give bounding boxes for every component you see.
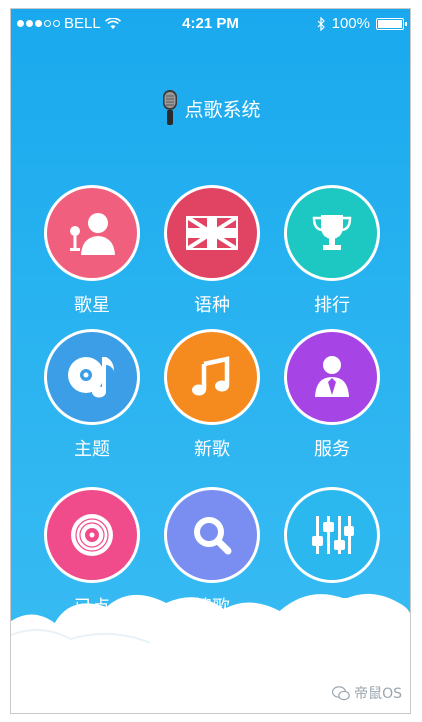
menu-label-ranking: 排行 (314, 295, 350, 316)
menu-label-theme: 主题 (74, 439, 110, 460)
music-disc-icon (68, 357, 114, 398)
menu-item-service[interactable]: 服务 (277, 329, 387, 461)
menu-label-singer: 歌星 (74, 295, 110, 316)
ranking-button[interactable] (284, 185, 380, 281)
waiter-icon (315, 356, 349, 397)
magnifier-icon (194, 517, 232, 555)
menu-item-ranking[interactable]: 排行 (277, 185, 387, 317)
menu-label-service: 服务 (314, 439, 350, 460)
uk-flag-icon (186, 216, 238, 250)
battery-percent: 100% (331, 15, 370, 32)
watermark: 帝鼠OS (332, 683, 402, 703)
app-screen: BELL 4:21 PM 100% 点歌系统 歌星 语种 排行 主题 新歌 服务… (10, 8, 411, 714)
singer-button[interactable] (44, 185, 140, 281)
language-button[interactable] (164, 185, 260, 281)
bluetooth-icon (317, 16, 325, 31)
menu-item-language[interactable]: 语种 (157, 185, 267, 317)
music-note-icon (192, 356, 230, 396)
settings-button[interactable] (284, 487, 380, 583)
search-song-button[interactable] (164, 487, 260, 583)
status-bar: BELL 4:21 PM 100% (11, 9, 410, 39)
selected-button[interactable] (44, 487, 140, 583)
menu-item-theme[interactable]: 主题 (37, 329, 147, 461)
page-title: 点歌系统 (184, 98, 261, 121)
vinyl-disc-icon (71, 514, 113, 556)
menu-label-new-songs: 新歌 (194, 439, 230, 460)
theme-button[interactable] (44, 329, 140, 425)
trophy-icon (312, 215, 352, 250)
new-songs-button[interactable] (164, 329, 260, 425)
singer-microphone-icon (70, 213, 115, 255)
menu-label-language: 语种 (194, 295, 230, 316)
app-header: 点歌系统 (11, 89, 410, 127)
microphone-icon (163, 90, 178, 125)
watermark-text: 帝鼠OS (354, 686, 402, 702)
menu-item-singer[interactable]: 歌星 (37, 185, 147, 317)
wechat-icon (332, 685, 350, 700)
battery-icon (376, 17, 407, 30)
status-right: 100% (317, 15, 407, 32)
service-button[interactable] (284, 329, 380, 425)
sliders-icon (312, 516, 354, 554)
menu-item-new-songs[interactable]: 新歌 (157, 329, 267, 461)
